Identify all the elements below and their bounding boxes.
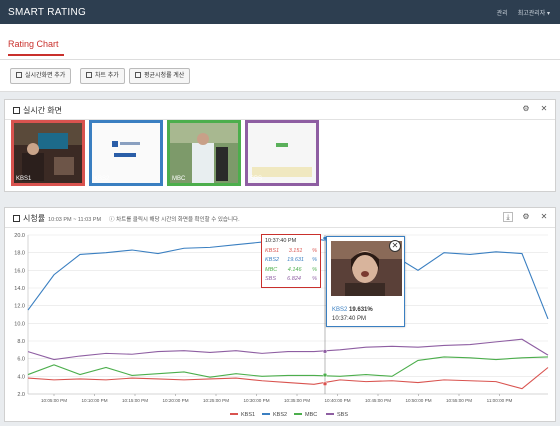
legend-label-kbs2: KBS2 — [273, 412, 287, 418]
series-line-mbc — [27, 356, 549, 378]
x-tick-label: 11:00:00 PM — [487, 398, 513, 403]
y-tick-label: 8.0 — [17, 339, 25, 345]
y-tick-label: 10.0 — [14, 321, 25, 327]
marker-mbc — [322, 372, 328, 378]
preview-value: KBS2 19.631% — [332, 307, 373, 313]
close-preview-button[interactable]: ✕ — [389, 240, 401, 252]
legend-label-sbs: SBS — [337, 412, 348, 418]
preview-time: 10:37:40 PM — [332, 316, 367, 322]
x-tick-label: 10:10:00 PM — [81, 398, 107, 403]
legend-label-mbc: MBC — [305, 412, 317, 418]
x-tick-label: 10:35:00 PM — [284, 398, 310, 403]
marker-kbs1 — [322, 381, 328, 387]
x-tick-label: 10:40:00 PM — [324, 398, 350, 403]
y-tick-label: 18.0 — [14, 251, 25, 257]
x-tick-label: 10:25:00 PM — [203, 398, 229, 403]
tooltip-row-sbs: SBS 6.824% — [265, 276, 317, 282]
x-tick-label: 10:15:00 PM — [122, 398, 148, 403]
tooltip-row-kbs2: KBS2 19.631% — [265, 257, 317, 263]
y-tick-label: 14.0 — [14, 286, 25, 292]
tooltip-row-mbc: MBC 4.146% — [265, 266, 317, 273]
series-line-sbs — [27, 338, 549, 361]
x-tick-label: 10:50:00 PM — [405, 398, 431, 403]
rating-chart[interactable]: 2.0 4.0 6.0 8.0 10.0 12.0 14.0 16.0 18.0 20.0 10:0… — [0, 0, 560, 426]
y-tick-label: 6.0 — [17, 357, 25, 363]
y-tick-label: 20.0 — [14, 233, 25, 239]
tooltip-time: 10:37:40 PM — [265, 238, 297, 244]
legend-label-kbs1: KBS1 — [241, 412, 255, 418]
series-line-kbs1 — [27, 367, 549, 390]
x-tick-label: 10:05:00 PM — [41, 398, 67, 403]
y-tick-label: 16.0 — [14, 268, 25, 274]
marker-sbs — [322, 349, 328, 354]
y-tick-label: 4.0 — [17, 374, 25, 380]
x-tick-label: 10:30:00 PM — [243, 398, 269, 403]
x-tick-label: 10:45:00 PM — [365, 398, 391, 403]
x-tick-label: 10:20:00 PM — [162, 398, 188, 403]
x-tick-label: 10:55:00 PM — [446, 398, 472, 403]
screen-preview-tooltip: ✕ KBS2 19.631% 10:37:40 PM — [326, 236, 405, 327]
values-tooltip: 10:37:40 PM KBS1 3.151% KBS2 19.631% MBC 4.… — [261, 234, 321, 288]
y-tick-label: 2.0 — [17, 392, 25, 398]
y-tick-label: 12.0 — [14, 304, 25, 310]
tooltip-row-kbs1: KBS1 3.151% — [265, 247, 317, 254]
